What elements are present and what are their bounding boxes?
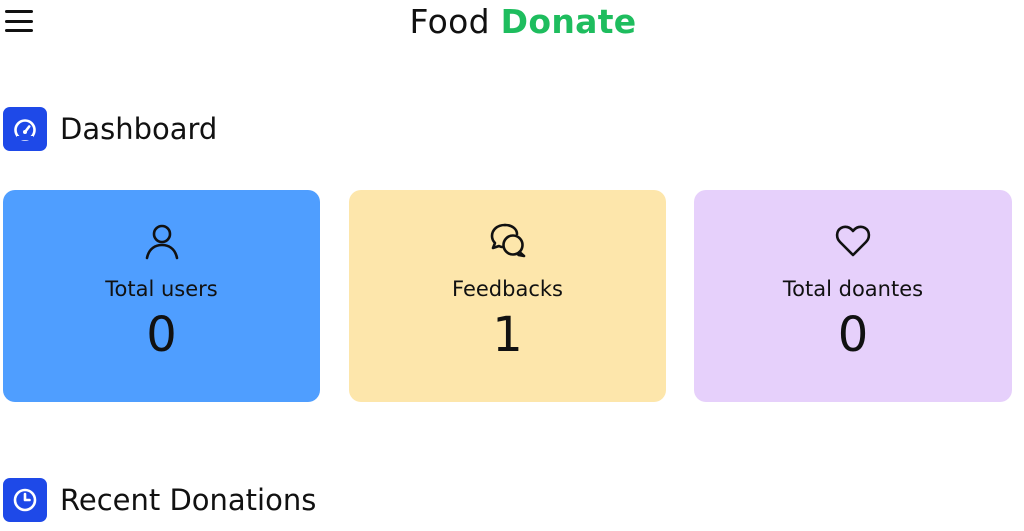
- feedbacks-card: Feedbacks 1: [349, 190, 666, 402]
- speedometer-icon: [3, 107, 47, 151]
- card-label: Total users: [105, 277, 218, 301]
- app-root: Food Donate Dashboard Total users 0 Feed…: [0, 0, 1024, 531]
- section-title: Recent Donations: [60, 483, 317, 517]
- heart-icon: [694, 218, 1012, 264]
- chat-bubbles-icon: [349, 218, 666, 264]
- brand-accent: Donate: [500, 2, 637, 41]
- recent-donations-heading: Recent Donations: [3, 478, 316, 522]
- page-title: Dashboard: [60, 112, 218, 146]
- card-value: 0: [146, 307, 177, 363]
- card-value: 0: [837, 307, 869, 363]
- brand-logo: Food Donate: [0, 2, 1024, 41]
- user-icon: [3, 218, 320, 264]
- card-label: Feedbacks: [452, 277, 563, 301]
- card-value: 1: [492, 307, 523, 363]
- dashboard-heading: Dashboard: [3, 107, 217, 151]
- clock-icon: [3, 478, 47, 522]
- top-bar: Food Donate: [0, 0, 1024, 44]
- brand-prefix: Food: [409, 2, 490, 41]
- card-label: Total doantes: [782, 277, 924, 301]
- total-users-card: Total users 0: [3, 190, 320, 402]
- total-donates-card: Total doantes 0: [694, 190, 1012, 402]
